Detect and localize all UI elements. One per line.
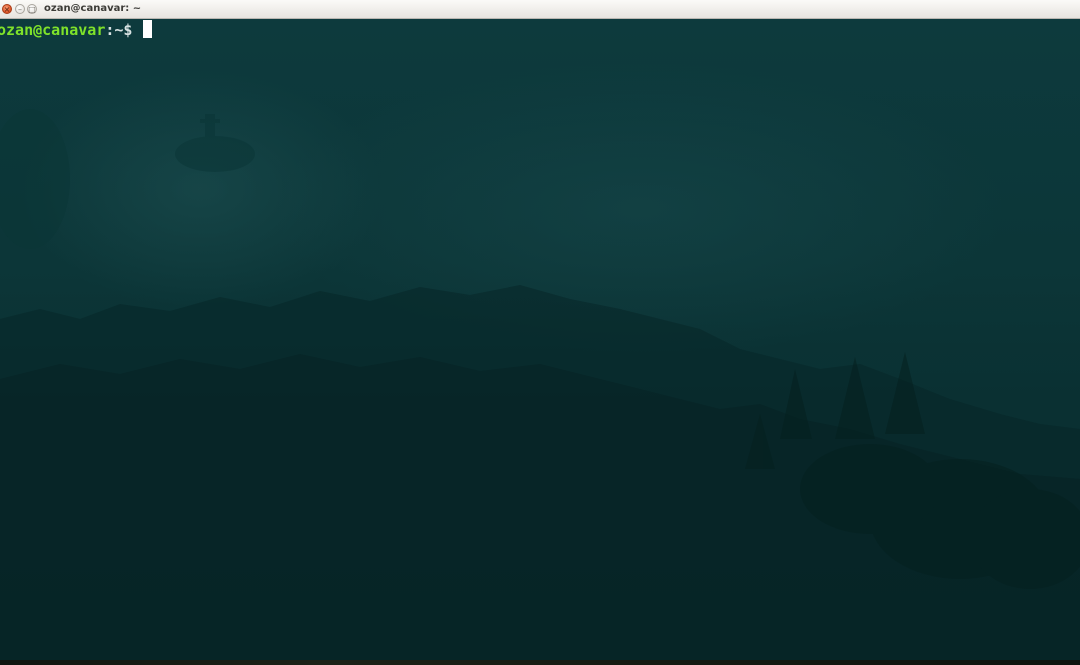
prompt-path: :~$ bbox=[105, 21, 142, 39]
desktop-bottom-strip bbox=[0, 660, 1080, 665]
shell-prompt: ozan@canavar:~$ bbox=[0, 20, 152, 40]
terminal-window: × – □ ozan@canavar: ~ ozan@canavar:~$ bbox=[0, 0, 1080, 665]
terminal-area[interactable]: ozan@canavar:~$ bbox=[0, 19, 1080, 660]
title-bar[interactable]: × – □ ozan@canavar: ~ bbox=[0, 0, 1080, 19]
close-window-button[interactable]: × bbox=[2, 4, 12, 14]
background-forest-image bbox=[0, 109, 1080, 660]
window-title: ozan@canavar: ~ bbox=[44, 3, 142, 14]
text-cursor bbox=[142, 20, 152, 38]
prompt-user-host: ozan@canavar bbox=[0, 21, 106, 39]
minimize-window-button[interactable]: – bbox=[15, 4, 25, 14]
maximize-window-button[interactable]: □ bbox=[27, 4, 37, 14]
